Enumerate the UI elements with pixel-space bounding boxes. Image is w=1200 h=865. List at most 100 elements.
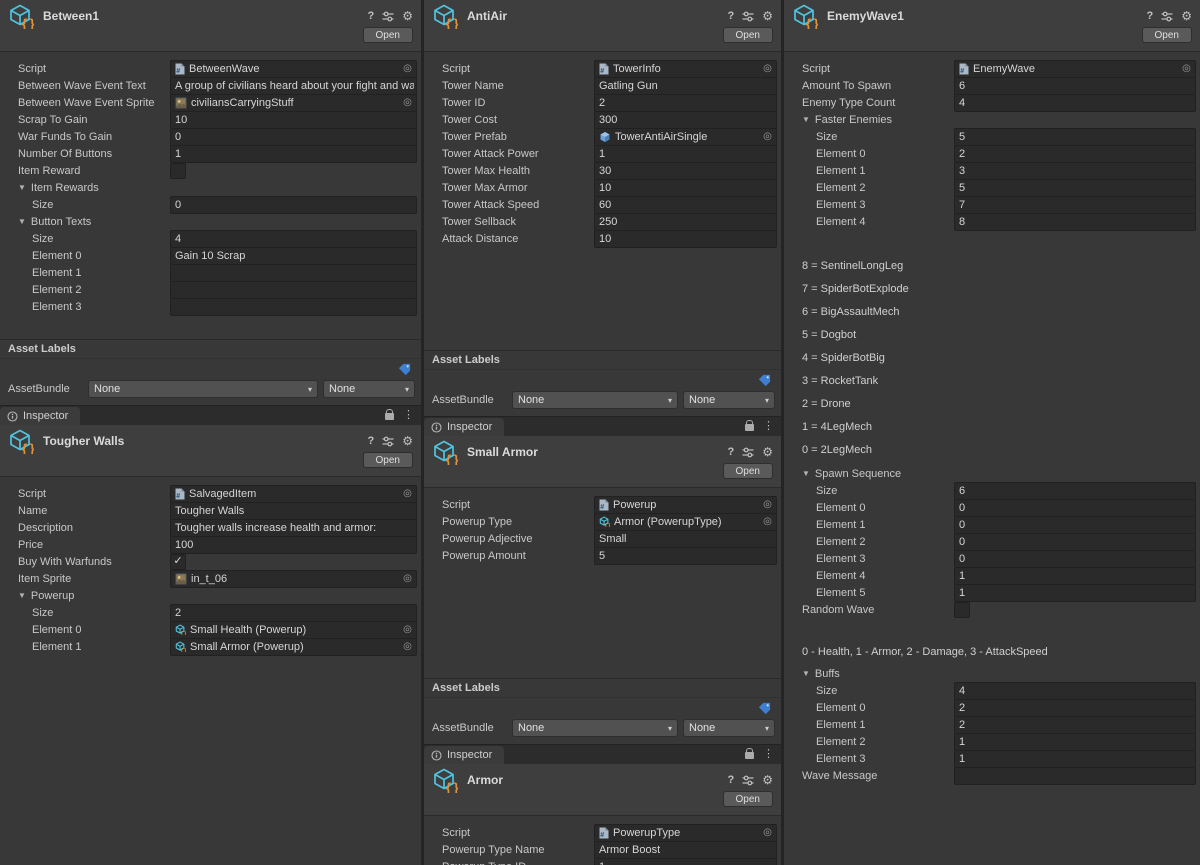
assetbundle-variant-dropdown[interactable]: None ▾ bbox=[683, 719, 775, 737]
text-field[interactable]: 5 bbox=[594, 546, 777, 565]
presets-icon[interactable] bbox=[742, 11, 754, 22]
open-button[interactable]: Open bbox=[722, 463, 773, 479]
object-field[interactable]: {} Small Health (Powerup) ◎ bbox=[170, 620, 417, 639]
text-field[interactable]: 0 bbox=[170, 195, 417, 214]
sprite-field[interactable]: in_t_06 ◎ bbox=[170, 569, 417, 588]
object-picker-icon[interactable]: ◎ bbox=[401, 624, 414, 635]
assetbundle-dropdown[interactable]: None ▾ bbox=[512, 719, 678, 737]
asset-label-tag-icon[interactable] bbox=[758, 702, 771, 715]
foldout-label[interactable]: ▼ Powerup bbox=[18, 590, 170, 602]
assetbundle-dropdown[interactable]: None ▾ bbox=[512, 391, 678, 409]
object-picker-icon[interactable]: ◎ bbox=[401, 641, 414, 652]
text-field[interactable]: 6 bbox=[954, 76, 1196, 95]
text-field[interactable]: 300 bbox=[594, 110, 777, 129]
text-field[interactable]: Small bbox=[594, 529, 777, 548]
text-field[interactable]: 1 bbox=[954, 566, 1196, 585]
presets-icon[interactable] bbox=[1161, 11, 1173, 22]
object-picker-icon[interactable]: ◎ bbox=[761, 827, 774, 838]
text-field[interactable]: 1 bbox=[954, 583, 1196, 602]
object-picker-icon[interactable]: ◎ bbox=[401, 573, 414, 584]
object-field[interactable]: {} Armor (PowerupType) ◎ bbox=[594, 512, 777, 531]
kebab-menu-icon[interactable]: ⋮ bbox=[763, 749, 774, 760]
text-field[interactable]: 4 bbox=[954, 681, 1196, 700]
text-field[interactable] bbox=[170, 280, 417, 299]
assetbundle-dropdown[interactable]: None ▾ bbox=[88, 380, 318, 398]
gear-icon[interactable]: ⚙ bbox=[1181, 10, 1192, 22]
prefab-field[interactable]: TowerAntiAirSingle ◎ bbox=[594, 127, 777, 146]
object-picker-icon[interactable]: ◎ bbox=[401, 63, 414, 74]
text-field[interactable]: 0 bbox=[170, 127, 417, 146]
presets-icon[interactable] bbox=[742, 447, 754, 458]
script-field[interactable]: # TowerInfo ◎ bbox=[594, 59, 777, 78]
object-picker-icon[interactable]: ◎ bbox=[761, 131, 774, 142]
object-picker-icon[interactable]: ◎ bbox=[1180, 63, 1193, 74]
object-field[interactable]: {} Small Armor (Powerup) ◎ bbox=[170, 637, 417, 656]
tab-inspector[interactable]: Inspector bbox=[0, 407, 81, 425]
text-field[interactable]: 2 bbox=[170, 603, 417, 622]
open-button[interactable]: Open bbox=[722, 791, 773, 807]
script-field[interactable]: # BetweenWave ◎ bbox=[170, 59, 417, 78]
foldout-label[interactable]: ▼ Button Texts bbox=[18, 216, 170, 228]
text-field[interactable]: 1 bbox=[594, 144, 777, 163]
text-field[interactable]: 4 bbox=[170, 229, 417, 248]
text-field[interactable]: 8 bbox=[954, 212, 1196, 231]
gear-icon[interactable]: ⚙ bbox=[762, 446, 773, 458]
asset-label-tag-icon[interactable] bbox=[398, 363, 411, 376]
asset-label-tag-icon[interactable] bbox=[758, 374, 771, 387]
text-field[interactable]: 0 bbox=[954, 532, 1196, 551]
text-field[interactable]: 100 bbox=[170, 535, 417, 554]
tab-inspector[interactable]: Inspector bbox=[424, 418, 505, 436]
tab-inspector[interactable]: Inspector bbox=[424, 746, 505, 764]
kebab-menu-icon[interactable]: ⋮ bbox=[403, 410, 414, 421]
text-field[interactable]: 1 bbox=[954, 749, 1196, 768]
text-field[interactable]: 5 bbox=[954, 178, 1196, 197]
text-field[interactable]: 6 bbox=[954, 481, 1196, 500]
checkbox[interactable] bbox=[954, 601, 970, 618]
text-field[interactable]: 5 bbox=[954, 127, 1196, 146]
text-field[interactable]: 10 bbox=[594, 229, 777, 248]
help-icon[interactable]: ? bbox=[368, 10, 375, 22]
script-field[interactable]: # PowerupType ◎ bbox=[594, 823, 777, 842]
gear-icon[interactable]: ⚙ bbox=[402, 10, 413, 22]
object-picker-icon[interactable]: ◎ bbox=[761, 63, 774, 74]
open-button[interactable]: Open bbox=[1141, 27, 1192, 43]
script-field[interactable]: # EnemyWave ◎ bbox=[954, 59, 1196, 78]
text-field[interactable]: 7 bbox=[954, 195, 1196, 214]
presets-icon[interactable] bbox=[382, 436, 394, 447]
help-icon[interactable]: ? bbox=[1147, 10, 1154, 22]
text-field[interactable]: 30 bbox=[594, 161, 777, 180]
text-field[interactable]: 10 bbox=[594, 178, 777, 197]
text-field[interactable]: 60 bbox=[594, 195, 777, 214]
text-field[interactable]: 1 bbox=[170, 144, 417, 163]
presets-icon[interactable] bbox=[382, 11, 394, 22]
text-field[interactable]: Tougher walls increase health and armor: bbox=[170, 518, 417, 537]
kebab-menu-icon[interactable]: ⋮ bbox=[763, 421, 774, 432]
text-field[interactable]: 10 bbox=[170, 110, 417, 129]
gear-icon[interactable]: ⚙ bbox=[762, 10, 773, 22]
foldout-label[interactable]: ▼ Faster Enemies bbox=[802, 114, 954, 126]
lock-icon[interactable] bbox=[745, 420, 754, 431]
checkbox[interactable] bbox=[170, 162, 186, 179]
text-field[interactable]: 0 bbox=[954, 498, 1196, 517]
checkbox[interactable]: ✓ bbox=[170, 553, 186, 570]
help-icon[interactable]: ? bbox=[368, 435, 375, 447]
text-field[interactable]: A group of civilians heard about your fi… bbox=[170, 76, 417, 95]
lock-icon[interactable] bbox=[385, 409, 394, 420]
script-field[interactable]: # Powerup ◎ bbox=[594, 495, 777, 514]
help-icon[interactable]: ? bbox=[728, 774, 735, 786]
text-field[interactable]: Gain 10 Scrap bbox=[170, 246, 417, 265]
assetbundle-variant-dropdown[interactable]: None ▾ bbox=[323, 380, 415, 398]
lock-icon[interactable] bbox=[745, 748, 754, 759]
open-button[interactable]: Open bbox=[362, 452, 413, 468]
object-picker-icon[interactable]: ◎ bbox=[761, 499, 774, 510]
object-picker-icon[interactable]: ◎ bbox=[401, 97, 414, 108]
text-field[interactable] bbox=[170, 297, 417, 316]
foldout-label[interactable]: ▼ Buffs bbox=[802, 668, 954, 680]
text-field[interactable]: 2 bbox=[954, 715, 1196, 734]
sprite-field[interactable]: civiliansCarryingStuff ◎ bbox=[170, 93, 417, 112]
text-field[interactable]: Armor Boost bbox=[594, 840, 777, 859]
assetbundle-variant-dropdown[interactable]: None ▾ bbox=[683, 391, 775, 409]
text-field[interactable]: 3 bbox=[954, 161, 1196, 180]
text-field[interactable]: 2 bbox=[954, 698, 1196, 717]
text-field[interactable]: Tougher Walls bbox=[170, 501, 417, 520]
